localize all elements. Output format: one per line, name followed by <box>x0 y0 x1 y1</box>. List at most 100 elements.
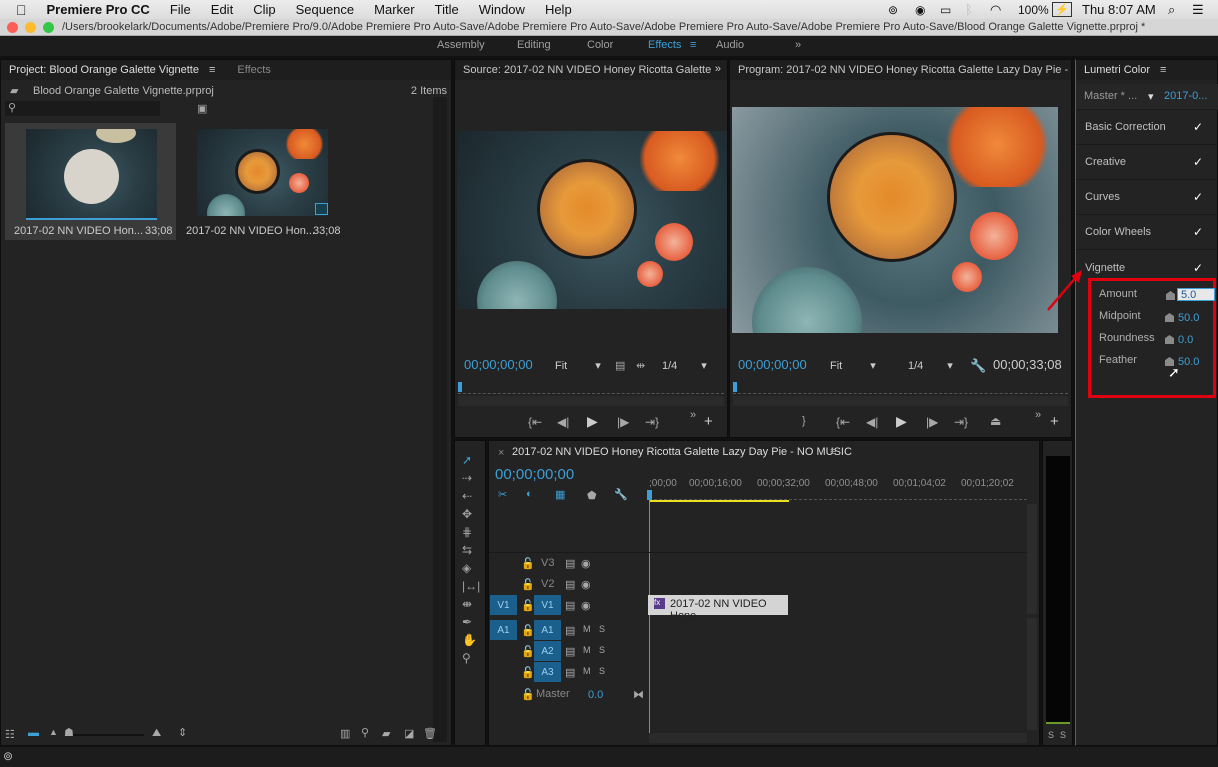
workspace-editing[interactable]: Editing <box>517 39 551 51</box>
linked-selection-icon[interactable]: ▦ <box>555 488 565 501</box>
solo-button[interactable]: S <box>599 624 605 634</box>
list-view-icon[interactable]: ☷ <box>5 728 15 741</box>
checkbox-check-icon[interactable]: ✓ <box>1193 155 1203 169</box>
spotlight-icon[interactable]: ⌕ <box>1168 2 1175 18</box>
sequence-clip-select[interactable]: 2017-0... <box>1164 90 1207 102</box>
drag-video-icon[interactable]: ▤ <box>615 359 625 372</box>
checkbox-check-icon[interactable]: ✓ <box>1193 190 1203 204</box>
bluetooth-icon[interactable]: ᛒ <box>965 2 973 17</box>
add-button-icon[interactable]: + <box>1050 413 1059 430</box>
sequence-tab[interactable]: 2017-02 NN VIDEO Honey Ricotta Galette L… <box>512 446 852 458</box>
section-basic-correction[interactable]: Basic Correction ✓ <box>1076 110 1217 145</box>
minimize-window-icon[interactable] <box>25 21 36 33</box>
tab-project[interactable]: Project: Blood Orange Galette Vignette <box>9 64 199 76</box>
track-a2[interactable]: A2 <box>534 641 561 661</box>
workspace-audio[interactable]: Audio <box>716 39 744 51</box>
lock-icon[interactable]: 🔓 <box>521 645 535 658</box>
checkbox-check-icon[interactable]: ✓ <box>1193 261 1203 275</box>
more-buttons-icon[interactable]: » <box>1035 409 1041 421</box>
eye-icon[interactable]: ◉ <box>581 599 591 612</box>
source-patch-a1[interactable]: A1 <box>490 620 517 640</box>
track-a3[interactable]: A3 <box>534 662 561 682</box>
timeline-clip[interactable]: fx 2017-02 NN VIDEO Hone <box>648 595 788 622</box>
search-input[interactable]: ⚲ <box>5 101 160 116</box>
play-icon[interactable]: ▶ <box>587 413 598 430</box>
workspace-assembly[interactable]: Assembly <box>437 39 485 51</box>
slide-tool-icon[interactable]: ⇼ <box>462 597 472 611</box>
program-timecode[interactable]: 00;00;00;00 <box>738 357 807 372</box>
menu-marker[interactable]: Marker <box>374 2 414 17</box>
menu-title[interactable]: Title <box>435 2 459 17</box>
hand-tool-icon[interactable]: ✋ <box>462 633 477 647</box>
play-icon[interactable]: ▶ <box>896 413 907 430</box>
section-color-wheels[interactable]: Color Wheels ✓ <box>1076 215 1217 250</box>
step-forward-icon[interactable]: |▶ <box>926 415 938 429</box>
clip-selector[interactable]: Master * ... ▾ 2017-0... <box>1076 84 1218 110</box>
sync-lock-icon[interactable]: ▤ <box>565 666 575 679</box>
new-bin-icon[interactable]: ▣ <box>197 102 207 115</box>
panel-menu-icon[interactable]: ≡ <box>209 64 215 76</box>
zoom-slider-handle[interactable]: ☗ <box>64 726 74 739</box>
razor-tool-icon[interactable]: ◈ <box>462 561 471 575</box>
trash-icon[interactable]: 🗑 <box>423 727 437 740</box>
timeline-timecode[interactable]: 00;00;00;00 <box>495 466 574 483</box>
timeline-settings-icon[interactable]: 🔧 <box>614 488 628 501</box>
go-to-in-icon[interactable]: {⇤ <box>836 415 850 429</box>
clock[interactable]: Thu 8:07 AM <box>1082 2 1156 17</box>
sort-icon[interactable]: ⇕ <box>178 726 187 739</box>
menu-file[interactable]: File <box>170 2 191 17</box>
sync-lock-icon[interactable]: ▤ <box>565 645 575 658</box>
track-v1[interactable]: V1 <box>534 595 561 615</box>
lock-icon[interactable]: 🔓 <box>521 578 535 591</box>
record-icon[interactable]: ◉ <box>915 3 925 17</box>
section-curves[interactable]: Curves ✓ <box>1076 180 1217 215</box>
clip-thumbnail-1[interactable]: 2017-02 NN VIDEO Hon... 33;08 <box>5 123 176 240</box>
selection-tool-icon[interactable]: ➚ <box>462 453 472 467</box>
checkbox-check-icon[interactable]: ✓ <box>1193 120 1203 134</box>
mute-button[interactable]: M <box>583 624 591 634</box>
mute-button[interactable]: M <box>583 645 591 655</box>
source-title[interactable]: Source: 2017-02 NN VIDEO Honey Ricotta G… <box>463 64 711 76</box>
solo-button[interactable]: S <box>599 645 605 655</box>
source-timecode[interactable]: 00;00;00;00 <box>464 357 533 372</box>
work-area-bar[interactable] <box>649 500 789 502</box>
eye-icon[interactable]: ◉ <box>581 557 591 570</box>
source-resolution-select[interactable]: 1/4 ▾ <box>662 359 707 372</box>
menu-window[interactable]: Window <box>479 2 525 17</box>
lift-icon[interactable]: ⏏ <box>990 414 1001 428</box>
mark-out-icon[interactable]: ⇥} <box>645 415 659 429</box>
video-scrollbar[interactable] <box>1027 504 1037 614</box>
go-to-next-edit-icon[interactable]: ⧓ <box>633 688 644 701</box>
lock-icon[interactable]: 🔓 <box>521 624 535 637</box>
rolling-edit-tool-icon[interactable]: ✥ <box>462 507 472 521</box>
add-marker-icon[interactable]: ⬟ <box>587 489 597 502</box>
source-zoom-select[interactable]: Fit ▾ <box>555 359 601 372</box>
step-back-icon[interactable]: ◀| <box>557 415 569 429</box>
sync-lock-icon[interactable]: ▤ <box>565 599 575 612</box>
audio-scrollbar[interactable] <box>1027 618 1037 730</box>
workspace-color[interactable]: Color <box>587 39 613 51</box>
amount-input[interactable]: 5.0 <box>1177 288 1215 301</box>
roundness-slider-handle[interactable] <box>1165 335 1174 344</box>
rate-stretch-tool-icon[interactable]: ⋕ <box>462 525 472 539</box>
apple-icon[interactable]:  <box>16 2 27 18</box>
program-time-ruler[interactable] <box>733 382 1068 394</box>
step-back-icon[interactable]: ◀| <box>866 415 878 429</box>
close-window-icon[interactable] <box>7 21 18 33</box>
solo-button[interactable]: S <box>599 666 605 676</box>
zoom-in-icon[interactable]: ⛰ <box>152 727 161 740</box>
lock-icon[interactable]: 🔓 <box>521 599 535 612</box>
scrollbar[interactable] <box>433 97 447 742</box>
track-v2[interactable]: V2 <box>541 578 554 590</box>
pen-tool-icon[interactable]: ✒ <box>462 615 472 629</box>
midpoint-value[interactable]: 50.0 <box>1178 312 1199 324</box>
new-item-icon[interactable]: ◪ <box>404 727 414 740</box>
midpoint-slider-handle[interactable] <box>1165 313 1174 322</box>
mark-out-bracket-icon[interactable]: } <box>802 415 806 427</box>
program-zoom-select[interactable]: Fit ▾ <box>830 359 876 372</box>
lock-icon[interactable]: 🔓 <box>521 666 535 679</box>
sync-lock-icon[interactable]: ▤ <box>565 624 575 637</box>
zoom-window-icon[interactable] <box>43 21 54 33</box>
solo-left-button[interactable]: S <box>1048 730 1054 740</box>
solo-right-button[interactable]: S <box>1060 730 1066 740</box>
